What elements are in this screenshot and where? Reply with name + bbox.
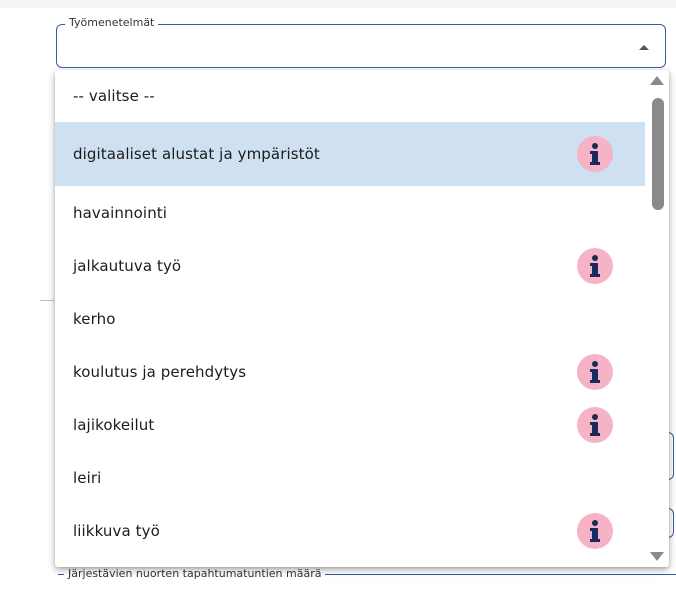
- option-label: jalkautuva työ: [73, 256, 182, 275]
- scroll-up-arrow-icon[interactable]: [650, 76, 664, 85]
- info-icon[interactable]: [577, 512, 613, 549]
- option-label: digitaaliset alustat ja ympäristöt: [73, 145, 320, 163]
- next-field-label: Järjestävien nuorten tapahtumatuntien mä…: [64, 567, 326, 580]
- option-label: koulutus ja perehdytys: [73, 362, 247, 381]
- dropdown-option[interactable]: liikkuva työ: [55, 504, 645, 557]
- option-label: liikkuva työ: [73, 521, 160, 540]
- options-list: -- valitse -- digitaaliset alustat ja ymp…: [55, 70, 645, 557]
- info-icon[interactable]: [577, 136, 613, 172]
- page-background-strip: [0, 0, 676, 8]
- option-label: kerho: [73, 309, 116, 328]
- info-icon[interactable]: [577, 406, 613, 443]
- dropdown-option[interactable]: -- valitse --: [55, 70, 645, 122]
- caret-up-icon[interactable]: [639, 45, 649, 50]
- dropdown-option[interactable]: jalkautuva työ: [55, 239, 645, 292]
- scrollbar-thumb[interactable]: [652, 98, 664, 210]
- info-icon[interactable]: [577, 353, 613, 390]
- option-label: -- valitse --: [73, 87, 155, 105]
- dropdown-option[interactable]: koulutus ja perehdytys: [55, 345, 645, 398]
- listbox-scrollbar[interactable]: [645, 70, 669, 567]
- option-label: leiri: [73, 468, 102, 487]
- work-methods-listbox: -- valitse -- digitaaliset alustat ja ymp…: [55, 70, 669, 567]
- background-divider: [40, 300, 54, 301]
- dropdown-option[interactable]: leiri: [55, 451, 645, 504]
- scroll-down-arrow-icon[interactable]: [650, 552, 664, 561]
- option-label: lajikokeilut: [73, 415, 155, 434]
- dropdown-option[interactable]: kerho: [55, 292, 645, 345]
- work-methods-select[interactable]: Työmenetelmät: [56, 16, 666, 68]
- info-icon[interactable]: [577, 247, 613, 284]
- dropdown-option[interactable]: havainnointi: [55, 186, 645, 239]
- work-methods-label: Työmenetelmät: [65, 16, 159, 29]
- dropdown-option[interactable]: digitaaliset alustat ja ympäristöt: [55, 122, 645, 186]
- dropdown-option[interactable]: lajikokeilut: [55, 398, 645, 451]
- option-label: havainnointi: [73, 203, 168, 222]
